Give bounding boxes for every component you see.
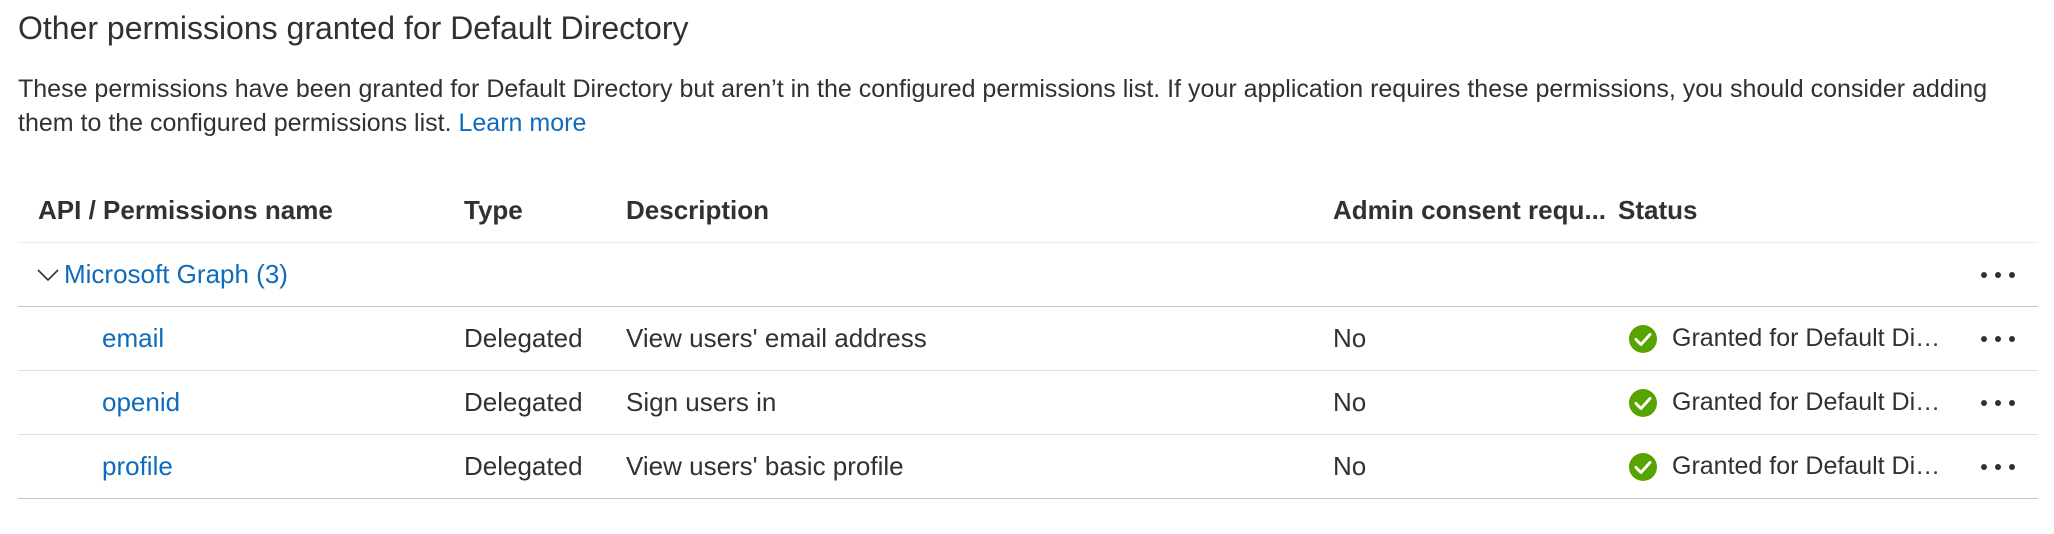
column-header-name[interactable]: API / Permissions name	[38, 178, 458, 242]
admin-consent-value: No	[1333, 451, 1367, 481]
check-circle-icon	[1629, 452, 1657, 481]
admin-consent-value: No	[1333, 323, 1367, 353]
column-header-admin-consent[interactable]: Admin consent requ...	[1333, 178, 1618, 242]
status-cell: Granted for Default Directory	[1618, 371, 1958, 434]
check-circle-icon	[1629, 388, 1657, 417]
permission-description: Sign users in	[626, 387, 777, 417]
status-cell: Granted for Default Directory	[1618, 307, 1958, 370]
column-header-type[interactable]: Type	[464, 178, 614, 242]
admin-consent-value: No	[1333, 387, 1367, 417]
table-header-row: API / Permissions name Type Description …	[18, 178, 2038, 243]
more-horizontal-icon	[1981, 335, 2015, 342]
more-horizontal-icon	[1981, 399, 2015, 406]
section-description: These permissions have been granted for …	[18, 72, 2028, 140]
more-horizontal-icon	[1981, 271, 2015, 278]
row-more-button[interactable]	[1976, 324, 2020, 354]
table-row: profile Delegated View users' basic prof…	[18, 435, 2038, 499]
status-cell: Granted for Default Directory	[1618, 435, 1958, 498]
row-more-button[interactable]	[1976, 452, 2020, 482]
table-row: email Delegated View users' email addres…	[18, 307, 2038, 371]
group-row-microsoft-graph: Microsoft Graph (3)	[18, 243, 2038, 307]
group-more-button[interactable]	[1976, 260, 2020, 290]
permission-description: View users' basic profile	[626, 451, 904, 481]
permission-type: Delegated	[464, 387, 583, 417]
column-header-description[interactable]: Description	[626, 178, 1326, 242]
permission-name-link[interactable]: openid	[102, 371, 180, 434]
permission-type: Delegated	[464, 323, 583, 353]
chevron-down-icon	[36, 263, 60, 287]
permission-type: Delegated	[464, 451, 583, 481]
group-label: Microsoft Graph (3)	[64, 259, 288, 289]
status-text: Granted for Default Directory	[1672, 388, 1942, 416]
column-header-status[interactable]: Status	[1618, 178, 1958, 242]
check-circle-icon	[1629, 324, 1657, 353]
status-text: Granted for Default Directory	[1672, 324, 1942, 352]
status-text: Granted for Default Directory	[1672, 452, 1942, 480]
more-horizontal-icon	[1981, 463, 2015, 470]
table-row: openid Delegated Sign users in No Grante…	[18, 371, 2038, 435]
permission-name-link[interactable]: profile	[102, 435, 173, 498]
group-toggle[interactable]: Microsoft Graph (3)	[36, 243, 288, 306]
permission-description: View users' email address	[626, 323, 927, 353]
row-more-button[interactable]	[1976, 388, 2020, 418]
learn-more-link[interactable]: Learn more	[459, 109, 587, 137]
permission-name-link[interactable]: email	[102, 307, 164, 370]
section-title: Other permissions granted for Default Di…	[18, 10, 689, 46]
description-text: These permissions have been granted for …	[18, 75, 1988, 137]
